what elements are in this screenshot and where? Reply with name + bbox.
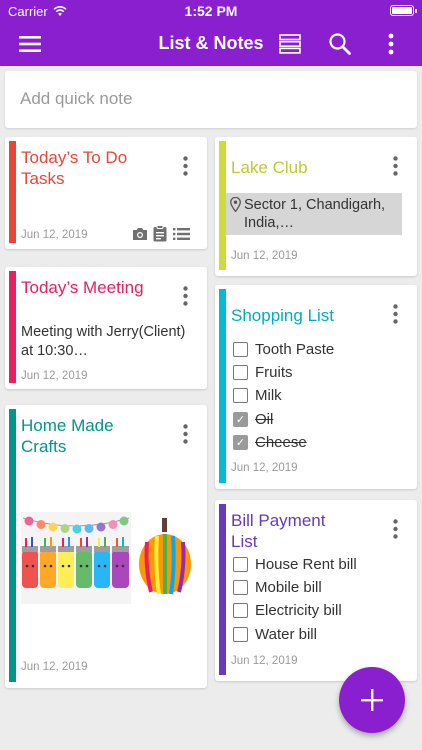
note-title: Home Made Crafts — [21, 416, 114, 456]
view-toggle-button[interactable] — [268, 22, 312, 66]
checklist-item-label: Fruits — [255, 364, 293, 381]
note-title: Today’s Meeting — [21, 278, 144, 297]
checklist-item[interactable]: ✓ Oil — [233, 411, 273, 428]
checkbox[interactable] — [233, 603, 248, 618]
checkbox[interactable] — [233, 557, 248, 572]
location-text: Sector 1, Chandigarh, India,… — [244, 197, 386, 231]
add-note-button[interactable] — [339, 667, 405, 733]
note-color-bar — [219, 289, 226, 483]
plus-icon — [361, 689, 383, 711]
more-vertical-icon — [182, 286, 188, 306]
note-date: Jun 12, 2019 — [231, 462, 298, 474]
quick-note-bar — [5, 71, 417, 128]
note-color-bar — [9, 141, 16, 243]
note-menu-button[interactable] — [385, 153, 405, 179]
craft-jars-image — [21, 512, 131, 604]
checklist-item-label: Cheese — [255, 434, 307, 451]
checklist-item-label: Water bill — [255, 626, 317, 643]
checklist-item[interactable]: Fruits — [233, 364, 293, 381]
more-vertical-icon — [182, 424, 188, 444]
checklist-item[interactable]: Tooth Paste — [233, 341, 334, 358]
note-date: Jun 12, 2019 — [21, 370, 88, 382]
note-card-lake-club[interactable]: Lake Club Sector 1, Chandigarh, India,… … — [215, 137, 417, 276]
checkbox[interactable]: ✓ — [233, 412, 248, 427]
note-card-bill-payment[interactable]: Bill Payment List House Rent bill Mobile… — [215, 500, 417, 681]
note-color-bar — [219, 141, 226, 270]
note-title: Today’s To Do Tasks — [21, 148, 128, 188]
note-menu-button[interactable] — [385, 516, 405, 542]
note-card-todo[interactable]: Today’s To Do Tasks Jun 12, 2019 — [5, 137, 207, 249]
checklist-item-label: Tooth Paste — [255, 341, 335, 358]
note-date: Jun 12, 2019 — [231, 655, 298, 667]
checkbox[interactable] — [233, 580, 248, 595]
more-vertical-icon — [388, 33, 394, 55]
note-date: Jun 12, 2019 — [231, 250, 298, 262]
hamburger-menu-button[interactable] — [8, 22, 52, 66]
checkbox[interactable] — [233, 342, 248, 357]
battery-icon — [390, 5, 417, 16]
more-vertical-icon — [392, 304, 398, 324]
checklist-item[interactable]: Mobile bill — [233, 579, 322, 596]
checkbox[interactable] — [233, 365, 248, 380]
note-menu-button[interactable] — [385, 301, 405, 327]
checkbox[interactable] — [233, 388, 248, 403]
note-title: Lake Club — [231, 158, 308, 177]
note-menu-button[interactable] — [175, 283, 195, 309]
note-card-meeting[interactable]: Today’s Meeting Meeting with Jerry(Clien… — [5, 267, 207, 389]
checklist-item[interactable]: Electricity bill — [233, 602, 342, 619]
more-vertical-icon — [392, 156, 398, 176]
checklist-item[interactable]: Milk — [233, 387, 282, 404]
note-menu-button[interactable] — [175, 153, 195, 179]
checklist-item-label: Oil — [255, 411, 274, 428]
checklist-item[interactable]: Water bill — [233, 626, 317, 643]
location-box[interactable]: Sector 1, Chandigarh, India,… — [226, 193, 402, 235]
checkbox[interactable]: ✓ — [233, 435, 248, 450]
pumpkin-craft-image — [135, 512, 195, 600]
list-view-icon — [279, 34, 301, 54]
checklist-item[interactable]: House Rent bill — [233, 556, 357, 573]
note-color-bar — [219, 504, 226, 675]
note-color-bar — [9, 409, 16, 682]
search-icon — [329, 33, 351, 55]
note-body: Meeting with Jerry(Client) at 10:30… — [21, 324, 186, 359]
more-vertical-icon — [392, 519, 398, 539]
quick-note-input[interactable] — [20, 89, 400, 109]
note-menu-button[interactable] — [175, 421, 195, 447]
note-title: Shopping List — [231, 306, 335, 325]
app-bar: List & Notes — [0, 22, 422, 66]
note-title: Bill Payment List — [231, 511, 326, 551]
note-date: Jun 12, 2019 — [21, 661, 88, 673]
status-time: 1:52 PM — [184, 3, 238, 19]
note-card-shopping-list[interactable]: Shopping List Tooth Paste Fruits Milk ✓ O… — [215, 285, 417, 489]
status-bar: Carrier 1:52 PM — [0, 0, 422, 22]
checklist-icon — [173, 228, 190, 240]
checklist-item-label: Milk — [255, 387, 282, 404]
more-vertical-icon — [182, 156, 188, 176]
note-date: Jun 12, 2019 — [21, 229, 88, 241]
checklist-item-label: Electricity bill — [255, 602, 342, 619]
more-options-button[interactable] — [369, 22, 413, 66]
checklist-item-label: Mobile bill — [255, 579, 322, 596]
location-pin-icon — [230, 197, 241, 212]
checkbox[interactable] — [233, 627, 248, 642]
search-button[interactable] — [318, 22, 362, 66]
hamburger-icon — [19, 36, 41, 52]
clipboard-icon — [153, 225, 167, 242]
camera-icon — [133, 228, 147, 240]
note-color-bar — [9, 271, 16, 383]
checklist-item[interactable]: ✓ Cheese — [233, 434, 307, 451]
note-card-crafts[interactable]: Home Made Crafts Jun 12, 2019 — [5, 405, 207, 688]
checklist-item-label: House Rent bill — [255, 556, 357, 573]
